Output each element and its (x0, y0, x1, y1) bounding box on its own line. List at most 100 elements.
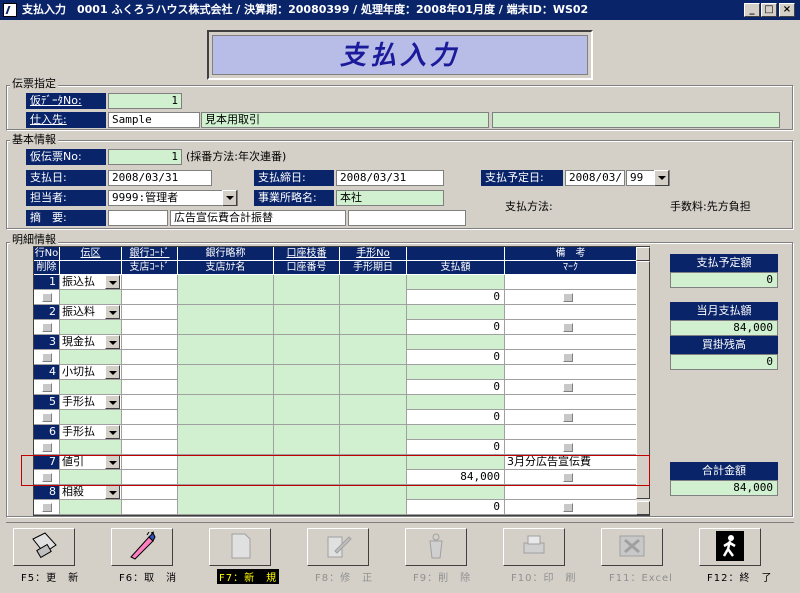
slip-kind-sub-cell (60, 380, 122, 395)
scroll-down-icon[interactable] (636, 501, 650, 515)
slip-kind-select[interactable]: 手形払 (60, 425, 122, 440)
bank-code-cell[interactable] (122, 425, 178, 440)
staff-dropdown-icon[interactable] (222, 190, 237, 206)
fkey-button-6[interactable] (111, 528, 173, 566)
staff-select[interactable]: 9999:管理者 (108, 190, 238, 206)
slip-kind-select[interactable]: 相殺 (60, 485, 122, 500)
mark-checkbox[interactable] (563, 503, 573, 512)
payment-amount-cell[interactable]: 0 (407, 320, 505, 335)
delete-checkbox[interactable] (42, 443, 52, 452)
bank-code-cell[interactable] (122, 275, 178, 290)
planned-date-field[interactable]: 2008/03/ (565, 170, 625, 186)
planned-day-dropdown-icon[interactable] (654, 170, 669, 186)
delete-checkbox[interactable] (42, 503, 52, 512)
note-cell[interactable] (505, 395, 637, 410)
branch-code-cell[interactable] (122, 410, 178, 425)
summary-code-field[interactable] (108, 210, 168, 226)
mark-checkbox[interactable] (563, 293, 573, 302)
office-label: 事業所略名: (254, 190, 334, 206)
note-cell[interactable] (505, 275, 637, 290)
account-cell[interactable] (274, 275, 340, 305)
account-cell[interactable] (274, 425, 340, 455)
fkey-button-5[interactable] (13, 528, 75, 566)
payment-amount-cell[interactable]: 0 (407, 500, 505, 515)
fkey-label-5: F5：更 新 (21, 573, 80, 584)
bill-cell[interactable] (340, 275, 407, 305)
slip-kind-dropdown-icon[interactable] (105, 425, 120, 439)
slip-kind-dropdown-icon[interactable] (105, 395, 120, 409)
mark-checkbox[interactable] (563, 353, 573, 362)
branch-code-cell[interactable] (122, 440, 178, 455)
temp-data-no-field[interactable]: 1 (108, 93, 182, 109)
account-cell[interactable] (274, 485, 340, 515)
account-cell[interactable] (274, 335, 340, 365)
mark-checkbox[interactable] (563, 443, 573, 452)
close-button[interactable]: × (779, 3, 795, 17)
bank-code-cell[interactable] (122, 335, 178, 350)
branch-code-cell[interactable] (122, 320, 178, 335)
delete-checkbox[interactable] (42, 413, 52, 422)
delete-checkbox[interactable] (42, 353, 52, 362)
cutoff-date-field[interactable]: 2008/03/31 (336, 170, 444, 186)
note-cell[interactable] (505, 365, 637, 380)
branch-code-cell[interactable] (122, 500, 178, 515)
bill-cell[interactable] (340, 425, 407, 455)
delete-checkbox[interactable] (42, 323, 52, 332)
printer-icon (519, 531, 549, 564)
note-cell[interactable] (505, 425, 637, 440)
temp-data-no-label[interactable]: 仮ﾃﾞｰﾀNo: (26, 93, 106, 109)
mark-checkbox[interactable] (563, 413, 573, 422)
bank-code-cell[interactable] (122, 485, 178, 500)
account-cell[interactable] (274, 305, 340, 335)
slip-kind-dropdown-icon[interactable] (105, 305, 120, 319)
bill-cell[interactable] (340, 395, 407, 425)
slip-kind-dropdown-icon[interactable] (105, 485, 120, 499)
minimize-button[interactable]: _ (744, 3, 760, 17)
slip-kind-dropdown-icon[interactable] (105, 365, 120, 379)
bank-code-cell[interactable] (122, 395, 178, 410)
supplier-label[interactable]: 仕入先: (26, 112, 106, 128)
bill-cell[interactable] (340, 335, 407, 365)
temp-slip-no-field[interactable]: 1 (108, 149, 182, 165)
delete-checkbox[interactable] (42, 383, 52, 392)
account-cell[interactable] (274, 365, 340, 395)
note-cell[interactable] (505, 335, 637, 350)
payment-amount-cell[interactable]: 0 (407, 380, 505, 395)
bill-cell[interactable] (340, 305, 407, 335)
bill-cell[interactable] (340, 365, 407, 395)
payment-amount-cell[interactable]: 0 (407, 350, 505, 365)
slip-kind-select[interactable]: 振込払 (60, 275, 122, 290)
slip-kind-select[interactable]: 小切払 (60, 365, 122, 380)
branch-code-cell[interactable] (122, 350, 178, 365)
scroll-up-icon[interactable] (636, 247, 650, 261)
slip-kind-select[interactable]: 現金払 (60, 335, 122, 350)
note-cell[interactable] (505, 485, 637, 500)
payment-amount-cell[interactable]: 0 (407, 290, 505, 305)
supplier-name-field[interactable]: 見本用取引 (201, 112, 489, 128)
bill-cell[interactable] (340, 485, 407, 515)
branch-code-cell[interactable] (122, 290, 178, 305)
fkey-button-12[interactable] (699, 528, 761, 566)
payment-amount-cell[interactable]: 0 (407, 440, 505, 455)
account-cell[interactable] (274, 395, 340, 425)
slip-kind-dropdown-icon[interactable] (105, 275, 120, 289)
mark-checkbox[interactable] (563, 323, 573, 332)
bank-code-cell[interactable] (122, 305, 178, 320)
office-field[interactable]: 本社 (336, 190, 444, 206)
supplier-code-field[interactable]: Sample (108, 112, 200, 128)
summary-extra-field[interactable] (348, 210, 466, 226)
pay-date-field[interactable]: 2008/03/31 (108, 170, 212, 186)
slip-kind-dropdown-icon[interactable] (105, 335, 120, 349)
maximize-button[interactable]: □ (761, 3, 777, 17)
row-number: 4 (34, 365, 60, 380)
summary-text-field[interactable]: 広告宣伝費合計振替 (170, 210, 346, 226)
branch-code-cell[interactable] (122, 380, 178, 395)
mark-checkbox[interactable] (563, 383, 573, 392)
bank-code-cell[interactable] (122, 365, 178, 380)
payment-amount-cell[interactable]: 0 (407, 410, 505, 425)
supplier-extra-field[interactable] (492, 112, 780, 128)
slip-kind-select[interactable]: 手形払 (60, 395, 122, 410)
delete-checkbox[interactable] (42, 293, 52, 302)
note-cell[interactable] (505, 305, 637, 320)
slip-kind-select[interactable]: 振込料 (60, 305, 122, 320)
